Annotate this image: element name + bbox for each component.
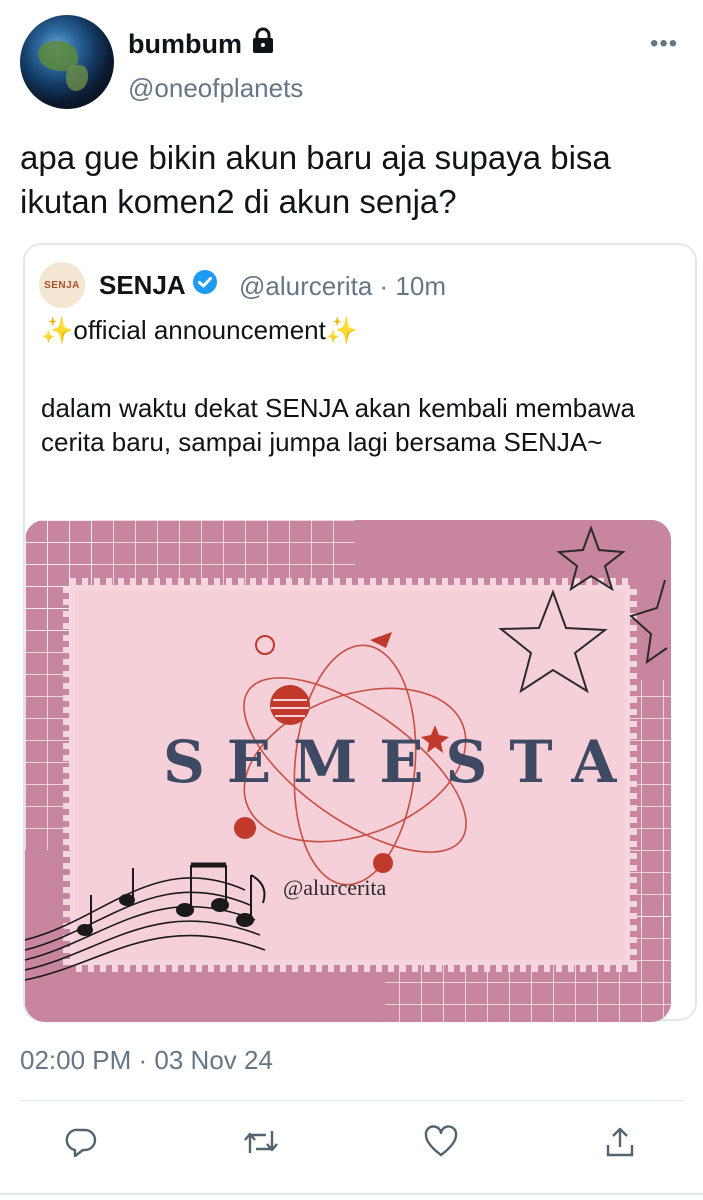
quoted-avatar[interactable]: SENJA [39, 262, 85, 308]
share-icon [606, 1127, 634, 1157]
reply-button[interactable] [62, 1120, 102, 1164]
quoted-name-row[interactable]: SENJA [99, 269, 218, 302]
quoted-image[interactable]: SEMESTA @alurcerita [25, 520, 671, 1022]
quoted-handle-time: @alurcerita · 10m [239, 271, 447, 301]
quoted-body-text: dalam waktu dekat SENJA akan kembali mem… [41, 393, 635, 457]
semesta-poster: SEMESTA @alurcerita [25, 520, 671, 1022]
quoted-avatar-logo-text: SENJA [44, 279, 80, 291]
reply-icon [65, 1128, 97, 1158]
author-avatar[interactable] [20, 15, 114, 109]
poster-title: SEMESTA [163, 728, 638, 796]
author-display-name[interactable]: bumbum [128, 29, 242, 60]
lock-icon [250, 27, 276, 62]
bottom-divider [0, 1193, 703, 1195]
retweet-icon [244, 1131, 278, 1153]
author-name-row[interactable]: bumbum [128, 27, 276, 62]
poster-credit: @alurcerita [283, 875, 387, 900]
action-bar [0, 1120, 703, 1170]
quoted-tweet[interactable]: SENJA SENJA @alurcerita · 10m ✨official … [23, 243, 697, 1022]
verified-badge-icon [192, 269, 218, 302]
tweet-text: apa gue bikin akun baru aja supaya bisa … [20, 139, 611, 220]
like-icon [424, 1125, 458, 1157]
more-options-icon[interactable]: ••• [650, 30, 678, 58]
share-button[interactable] [600, 1120, 640, 1164]
like-button[interactable] [421, 1120, 461, 1164]
quoted-announcement-line: ✨official announcement✨ [41, 315, 359, 345]
author-handle[interactable]: @oneofplanets [128, 73, 303, 104]
divider [20, 1100, 684, 1101]
retweet-button[interactable] [241, 1120, 281, 1164]
tweet-timestamp[interactable]: 02:00 PM · 03 Nov 24 [20, 1045, 273, 1076]
quoted-display-name[interactable]: SENJA [99, 270, 186, 301]
